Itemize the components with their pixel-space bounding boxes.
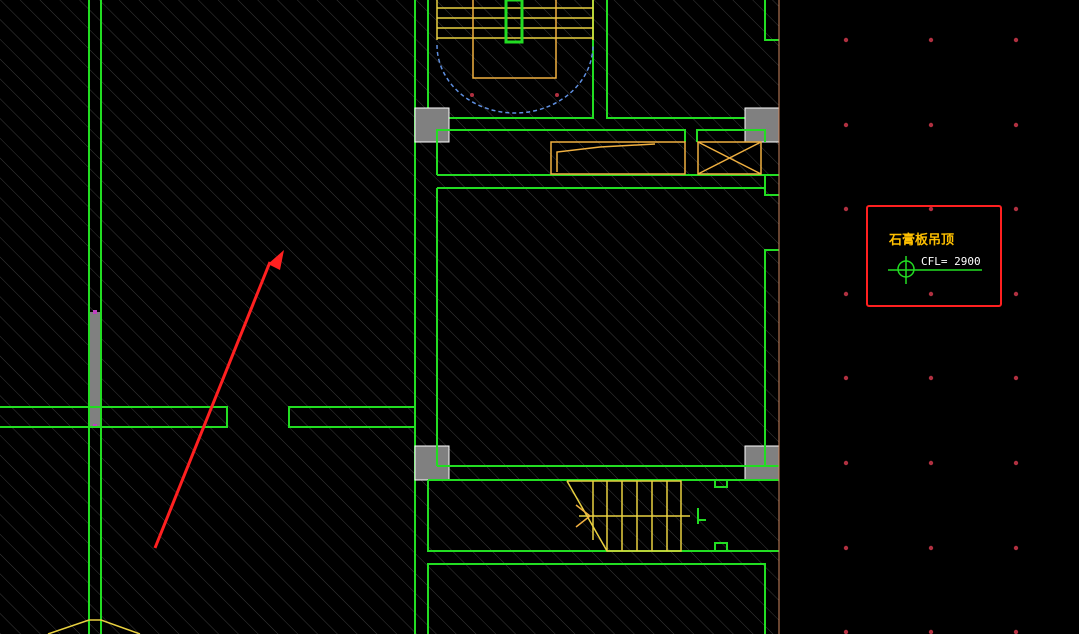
annotation-title: 石膏板吊顶 [888, 232, 954, 248]
grid-dot [843, 206, 849, 212]
grid-dot [928, 37, 934, 43]
grid-dot [1013, 375, 1019, 381]
grid-dot [928, 629, 934, 634]
grid-dot [843, 37, 849, 43]
grid-dot [470, 93, 474, 97]
grid-dot [928, 375, 934, 381]
ceiling-area [779, 0, 1079, 634]
door-jamb-left [90, 312, 100, 426]
floor-hatch-area [0, 0, 779, 634]
grid-dot [843, 375, 849, 381]
grid-dot [1013, 291, 1019, 297]
annotation-level: CFL= 2900 [921, 255, 981, 268]
cad-drawing-canvas[interactable]: 石膏板吊顶 CFL= 2900 [0, 0, 1079, 634]
grid-dot [555, 93, 559, 97]
grid-dot [1013, 206, 1019, 212]
grid-dot [1013, 460, 1019, 466]
grid-dot [843, 629, 849, 634]
grid-dot [928, 122, 934, 128]
grid-dot [1013, 545, 1019, 551]
grid-dot [843, 545, 849, 551]
grid-dot [928, 460, 934, 466]
grid-dot [1013, 37, 1019, 43]
grid-dot [843, 460, 849, 466]
grid-dot [1013, 122, 1019, 128]
grid-dot [928, 206, 934, 212]
grid-dot [1013, 629, 1019, 634]
grid-dot [843, 291, 849, 297]
grid-dot [843, 122, 849, 128]
grid-dot [928, 291, 934, 297]
grid-dot [928, 545, 934, 551]
